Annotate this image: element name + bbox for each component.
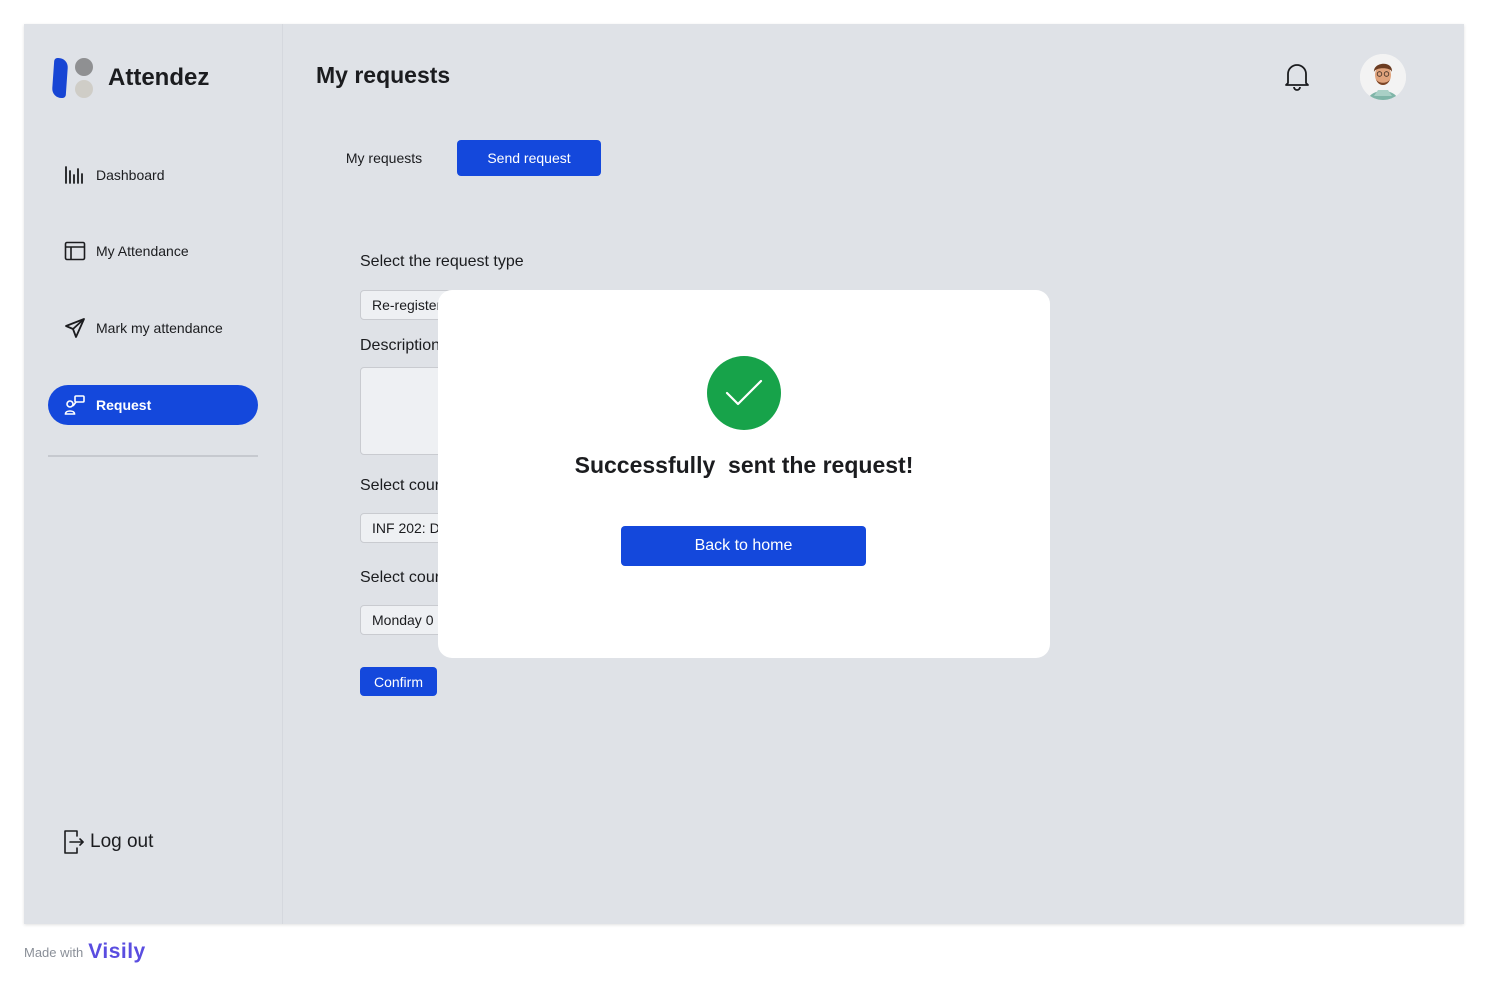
brand: Attendez [51,56,210,100]
sidebar: Attendez Dashboard My Attendance Mark my… [24,24,283,924]
sidebar-item-label: Dashboard [96,167,165,183]
sidebar-item-request[interactable]: Request [48,385,258,425]
success-modal: Successfully sent the request! Back to h… [438,290,1050,658]
logo-icon [51,56,94,100]
sidebar-divider [48,455,258,457]
description-label: Description [360,337,441,354]
sidebar-item-my-attendance[interactable]: My Attendance [48,231,258,271]
made-with-label: Made with [24,944,84,960]
visily-logo[interactable]: Visily [88,940,146,964]
logout-button[interactable]: Log out [62,828,153,856]
sidebar-item-label: My Attendance [96,243,189,259]
check-circle-icon [707,356,781,430]
sidebar-item-label: Request [96,397,152,413]
tab-send-request[interactable]: Send request [457,140,601,176]
request-icon [64,394,86,416]
app-name: Attendez [108,64,210,91]
logout-label: Log out [90,831,154,852]
back-to-home-button[interactable]: Back to home [621,526,866,566]
success-message: Successfully sent the request! [574,452,914,478]
send-icon [64,317,86,339]
request-type-label: Select the request type [360,253,524,270]
app-frame: Attendez Dashboard My Attendance Mark my… [24,24,1464,924]
sidebar-item-dashboard[interactable]: Dashboard [48,155,258,195]
bar-chart-icon [64,164,86,186]
sidebar-item-mark-attendance[interactable]: Mark my attendance [48,308,258,348]
page-title: My requests [316,62,451,88]
bell-icon[interactable] [1282,60,1312,92]
calendar-layout-icon [64,240,86,262]
sidebar-item-label: Mark my attendance [96,320,223,336]
tab-my-requests[interactable]: My requests [324,140,444,176]
avatar[interactable] [1360,54,1406,100]
confirm-button[interactable]: Confirm [360,667,437,696]
logout-icon [62,828,86,856]
footer: Made with Visily [24,940,146,964]
